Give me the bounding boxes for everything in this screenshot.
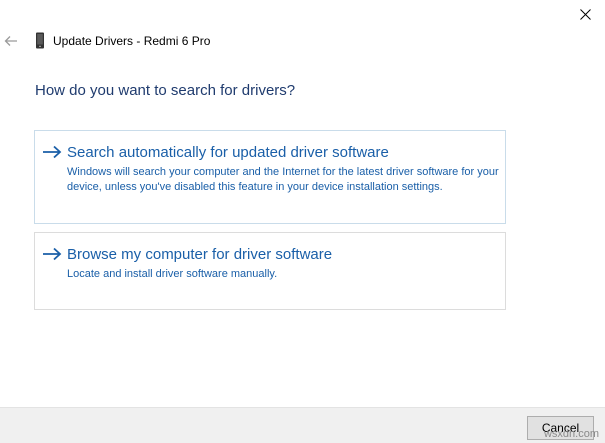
back-button[interactable] [2,32,20,50]
close-icon [579,8,591,20]
dialog-footer: Cancel [0,407,605,443]
search-automatically-option[interactable]: Search automatically for updated driver … [34,130,506,224]
window-title: Update Drivers - Redmi 6 Pro [53,34,211,48]
watermark: wsxdn.com [543,428,599,440]
browse-computer-option[interactable]: Browse my computer for driver software L… [34,232,506,310]
arrow-right-icon [43,145,62,159]
option-description: Windows will search your computer and th… [67,166,499,193]
phone-device-icon [36,32,44,49]
option-description: Locate and install driver software manua… [67,268,278,280]
page-heading: How do you want to search for drivers? [35,82,296,99]
arrow-right-icon [43,247,62,261]
close-button[interactable] [565,0,605,28]
back-arrow-icon [4,36,17,46]
option-title: Browse my computer for driver software [67,246,333,263]
option-title: Search automatically for updated driver … [67,144,389,161]
